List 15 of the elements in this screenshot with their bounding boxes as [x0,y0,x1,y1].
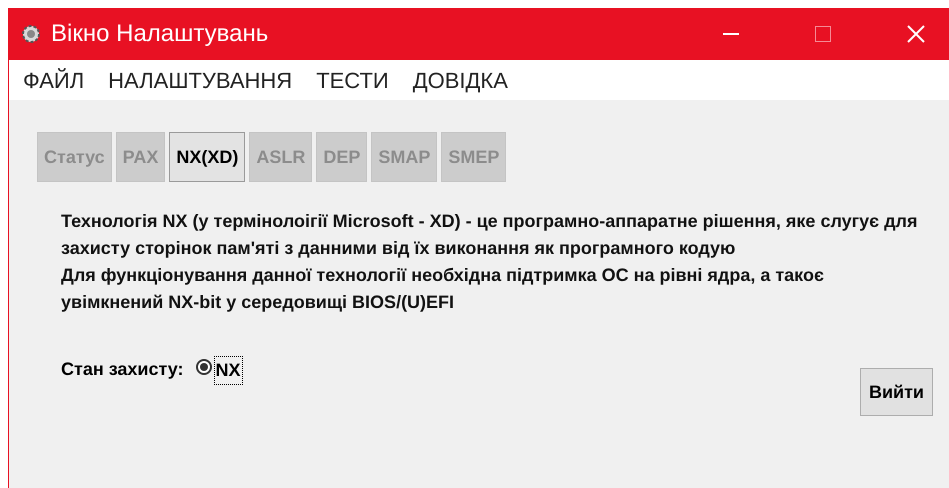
description-text: Для функціонування данної технології необхідна підтримка ОС на рівні ядра, а такоє увімкнений NX-bit у середовищі BIOS/(U)EFI [61,264,825,314]
radio-label[interactable]: NX [214,356,243,385]
menu-item[interactable]: НАЛАШТУВАННЯ [108,64,292,96]
menu-item[interactable]: ДОВІДКА [412,64,508,96]
exit-button[interactable]: Вийти [860,368,933,416]
radio-button[interactable] [196,359,212,375]
protection-label: Стан захисту: [61,358,184,381]
menu-item[interactable]: ФАЙЛ [23,64,84,96]
gear-icon [21,24,41,44]
tab[interactable]: NX(XD) [169,132,246,182]
menu-item[interactable]: ТЕСТИ [316,64,389,96]
window-title: Вікно Налаштувань [51,19,268,49]
maximize-icon [815,26,831,42]
description-text: Технологія NX (у термінолоігії Microsoft - XD) - це програмно-аппаратне рішення, яке слугує для захисту сторінок пам'яті з данними від їх виконання як програмного кодую [61,210,918,260]
close-icon[interactable] [907,25,925,43]
